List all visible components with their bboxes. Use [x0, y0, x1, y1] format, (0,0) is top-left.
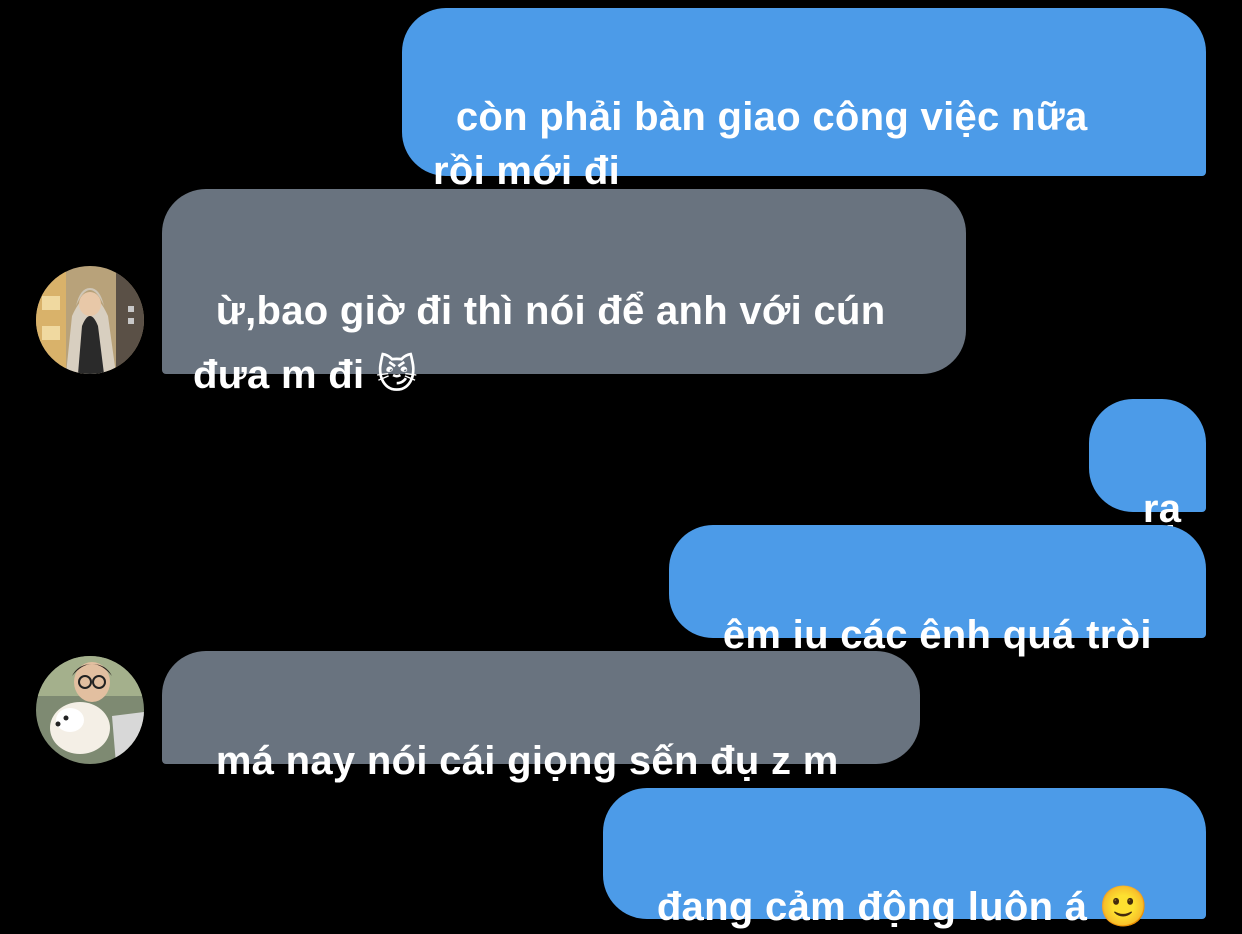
contact-photo-icon [36, 266, 144, 374]
message-text: đang cảm động luôn á [656, 885, 1088, 929]
sent-message-bubble[interactable]: êm iu các ênh quá tròi [669, 525, 1206, 657]
contact-photo-icon [36, 656, 144, 764]
message-text: ừ,bao giờ đi thì nói để anh với cún đưa … [193, 289, 886, 397]
sent-message-bubble[interactable]: còn phải bàn giao công việc nữa rồi mới … [402, 8, 1206, 193]
contact-avatar[interactable] [36, 656, 144, 764]
received-message-bubble[interactable]: má nay nói cái giọng sến đụ z m [162, 651, 920, 783]
message-text: còn phải bàn giao công việc nữa rồi mới … [433, 95, 1088, 193]
message-text: má nay nói cái giọng sến đụ z m [215, 739, 839, 783]
sent-message-bubble[interactable]: đang cảm động luôn á 🙂 [603, 788, 1206, 930]
slightly-smiling-face-emoji-icon: 🙂 [1098, 884, 1149, 930]
smirking-cat-emoji-icon: 😼 [375, 352, 418, 398]
sent-message-bubble[interactable]: rạ [1089, 399, 1206, 531]
received-message-bubble[interactable]: ừ,bao giờ đi thì nói để anh với cún đưa … [162, 189, 966, 398]
contact-avatar[interactable] [36, 266, 144, 374]
